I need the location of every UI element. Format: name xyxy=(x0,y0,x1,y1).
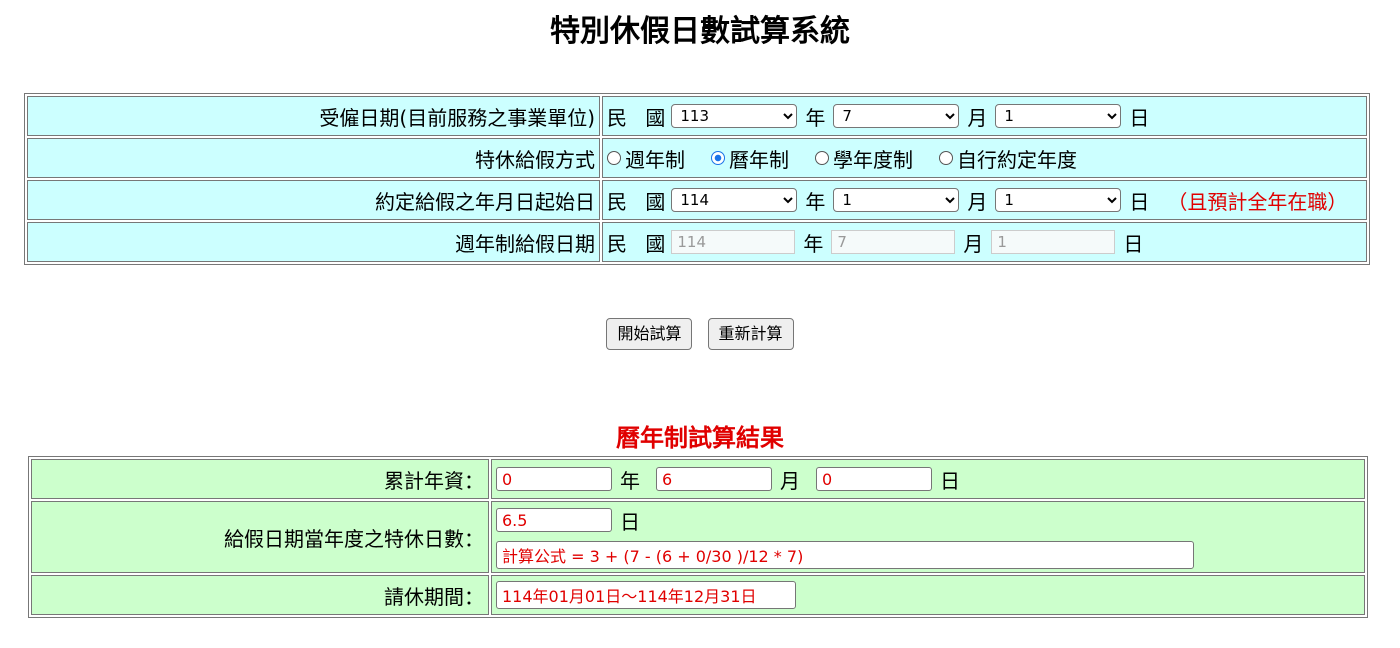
agreed-month-select[interactable]: 1 xyxy=(833,188,960,212)
radio-circle[interactable] xyxy=(815,151,829,165)
hire-month-unit: 月 xyxy=(967,105,988,130)
anniv-month-input xyxy=(831,230,956,254)
radio-custom-year[interactable]: 自行約定年度 xyxy=(939,144,1077,173)
agreed-start-label: 約定給假之年月日起始日 xyxy=(27,180,600,220)
button-bar: 開始試算 重新計算 xyxy=(0,318,1400,350)
hire-day-unit: 日 xyxy=(1129,105,1150,130)
seniority-year-unit: 年 xyxy=(620,468,640,493)
agreed-start-cell: 民 國 114 年 1 月 1 日 （且預計全年在職） xyxy=(602,180,1367,220)
seniority-cell: 年 月 日 xyxy=(491,459,1365,499)
input-form: 受僱日期(目前服務之事業單位) 民 國 113 年 7 月 1 日 特休給假方式… xyxy=(24,93,1370,265)
method-cell: 週年制 曆年制 學年度制 自行約定年度 xyxy=(602,138,1367,178)
anniv-month-unit: 月 xyxy=(963,231,984,256)
radio-circle-selected[interactable] xyxy=(711,151,725,165)
leave-days-cell: 日 xyxy=(491,501,1365,573)
agreed-day-unit: 日 xyxy=(1129,189,1150,214)
seniority-label: 累計年資： xyxy=(31,459,489,499)
hire-month-select[interactable]: 7 xyxy=(833,104,960,128)
agreed-prefix: 民 國 xyxy=(607,189,672,214)
seniority-days-field[interactable] xyxy=(816,467,932,491)
radio-school-year[interactable]: 學年度制 xyxy=(815,144,913,173)
leave-period-cell xyxy=(491,575,1365,615)
radio-anniversary[interactable]: 週年制 xyxy=(607,144,685,173)
result-table: 累計年資： 年 月 日 給假日期當年度之特休日數： 日 請休期間： xyxy=(28,456,1368,618)
anniv-year-input xyxy=(671,230,796,254)
formula-field[interactable] xyxy=(496,540,1194,569)
page-title: 特別休假日數試算系統 xyxy=(550,14,850,49)
seniority-months-field[interactable] xyxy=(656,467,772,491)
anniv-day-unit: 日 xyxy=(1123,231,1144,256)
agreed-month-unit: 月 xyxy=(967,189,988,214)
leave-days-label: 給假日期當年度之特休日數： xyxy=(31,501,489,573)
hire-day-select[interactable]: 1 xyxy=(995,104,1122,128)
leave-days-field[interactable] xyxy=(496,508,612,532)
seniority-day-unit: 日 xyxy=(940,468,960,493)
hire-date-cell: 民 國 113 年 7 月 1 日 xyxy=(602,96,1367,136)
start-calculation-button[interactable]: 開始試算 xyxy=(606,318,693,350)
anniversary-date-label: 週年制給假日期 xyxy=(27,222,600,262)
radio-calendar-year[interactable]: 曆年制 xyxy=(711,144,789,173)
radio-circle[interactable] xyxy=(607,151,621,165)
agreed-day-select[interactable]: 1 xyxy=(995,188,1122,212)
anniversary-date-cell: 民 國 年 月 日 xyxy=(602,222,1367,262)
leave-period-field[interactable] xyxy=(496,581,796,609)
leave-day-unit: 日 xyxy=(620,509,640,534)
hire-year-select[interactable]: 113 xyxy=(671,104,798,128)
hire-year-unit: 年 xyxy=(805,105,826,130)
agreed-note: （且預計全年在職） xyxy=(1167,189,1348,214)
method-label: 特休給假方式 xyxy=(27,138,600,178)
agreed-year-unit: 年 xyxy=(805,189,826,214)
result-title: 曆年制試算結果 xyxy=(616,424,784,452)
hire-prefix: 民 國 xyxy=(607,105,672,130)
anniv-year-unit: 年 xyxy=(803,231,824,256)
hire-date-label: 受僱日期(目前服務之事業單位) xyxy=(27,96,600,136)
anniv-prefix: 民 國 xyxy=(607,231,672,256)
anniv-day-input xyxy=(991,230,1116,254)
reset-button[interactable]: 重新計算 xyxy=(707,318,794,350)
agreed-year-select[interactable]: 114 xyxy=(671,188,798,212)
leave-period-label: 請休期間： xyxy=(31,575,489,615)
seniority-years-field[interactable] xyxy=(496,467,612,491)
radio-circle[interactable] xyxy=(939,151,953,165)
seniority-month-unit: 月 xyxy=(780,468,800,493)
